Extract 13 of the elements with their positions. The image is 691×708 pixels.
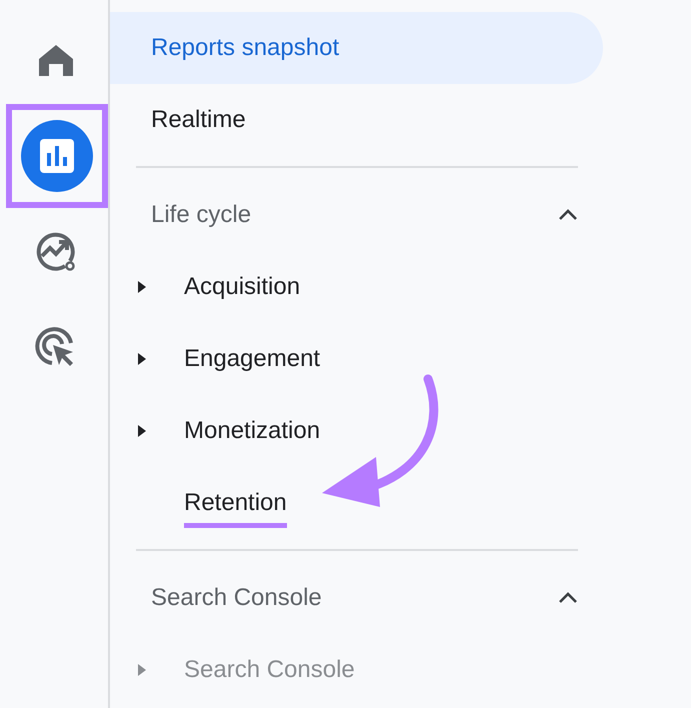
section-title: Search Console <box>151 584 322 612</box>
nav-item[interactable]: Realtime <box>110 84 603 156</box>
nav-item[interactable]: Monetization <box>184 417 320 445</box>
chevron-up-icon[interactable] <box>558 592 578 604</box>
home-icon[interactable] <box>38 42 74 78</box>
nav-item[interactable]: Retention <box>184 489 287 517</box>
section-title: Life cycle <box>151 201 252 229</box>
nav-item[interactable]: Acquisition <box>184 273 300 301</box>
nav-item[interactable]: Reports snapshot <box>110 12 603 84</box>
chevron-up-icon[interactable] <box>558 209 578 221</box>
nav-item[interactable]: Engagement <box>184 345 320 373</box>
trend-chart-icon[interactable] <box>35 231 77 273</box>
bar-chart-icon[interactable] <box>21 120 93 192</box>
